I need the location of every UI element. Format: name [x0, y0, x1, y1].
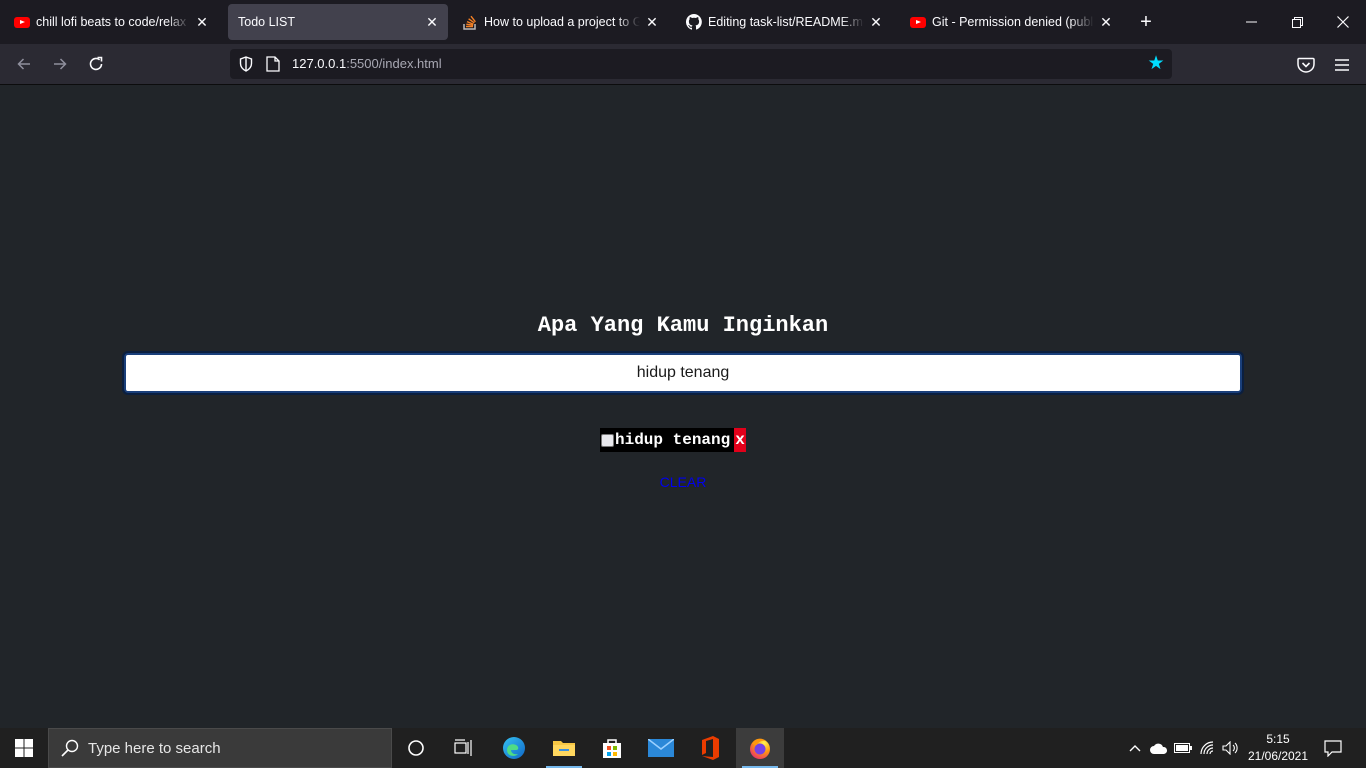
reload-icon — [89, 56, 103, 71]
store-icon — [603, 739, 621, 758]
clock-time: 5:15 — [1266, 732, 1290, 746]
search-placeholder: Type here to search — [88, 739, 221, 757]
firefox-icon — [750, 738, 770, 759]
windows-logo-icon — [15, 739, 33, 757]
url-text[interactable]: 127.0.0.1:5500/index.html — [292, 56, 442, 71]
task-view-button[interactable] — [440, 728, 488, 768]
close-tab-icon[interactable]: ✕ — [424, 14, 440, 30]
taskbar-file-explorer[interactable] — [540, 728, 588, 768]
taskbar-search[interactable]: Type here to search — [48, 728, 392, 768]
tab-title: Git - Permission denied (publickey) — [932, 15, 1094, 29]
notifications-button[interactable] — [1320, 728, 1346, 768]
office-icon — [702, 736, 719, 760]
close-tab-icon[interactable]: ✕ — [1098, 14, 1114, 30]
navigation-bar: 127.0.0.1:5500/index.html ★ — [0, 44, 1366, 85]
task-input[interactable] — [122, 351, 1244, 395]
taskbar-firefox[interactable] — [736, 728, 784, 768]
taskbar: Type here to search 5:15 21/06/2021 — [0, 728, 1366, 768]
close-tab-icon[interactable]: ✕ — [868, 14, 884, 30]
tab-title: Todo LIST — [238, 15, 295, 29]
tab-todo-list[interactable]: Todo LIST ✕ — [228, 4, 448, 40]
start-button[interactable] — [0, 728, 48, 768]
back-button[interactable] — [10, 50, 38, 78]
notification-icon — [1324, 739, 1342, 757]
show-hidden-icons-button[interactable] — [1124, 728, 1146, 768]
tab-lofi[interactable]: chill lofi beats to code/relax to ✕ — [4, 4, 218, 40]
battery-icon[interactable] — [1172, 728, 1194, 768]
github-icon — [686, 14, 702, 30]
bookmark-star-icon[interactable]: ★ — [1146, 54, 1166, 74]
url-path: :5500/index.html — [346, 56, 442, 71]
shield-icon[interactable] — [238, 56, 254, 72]
taskbar-edge[interactable] — [490, 728, 538, 768]
mail-icon — [648, 739, 674, 757]
taskbar-store[interactable] — [588, 728, 636, 768]
restore-button[interactable] — [1274, 0, 1320, 44]
tab-git-permission[interactable]: Git - Permission denied (publickey) ✕ — [900, 4, 1122, 40]
wifi-icon[interactable] — [1197, 728, 1219, 768]
edge-icon — [503, 737, 525, 759]
tab-strip: chill lofi beats to code/relax to ✕ Todo… — [0, 0, 1366, 44]
close-window-button[interactable] — [1320, 0, 1366, 44]
taskbar-mail[interactable] — [637, 728, 685, 768]
tab-title: Editing task-list/README.md at — [708, 15, 864, 29]
chevron-up-icon — [1129, 745, 1141, 752]
task-text: hidup tenang — [615, 431, 731, 449]
clock-date: 21/06/2021 — [1247, 749, 1309, 763]
onedrive-icon[interactable] — [1148, 728, 1170, 768]
volume-icon[interactable] — [1220, 728, 1242, 768]
url-bar[interactable]: 127.0.0.1:5500/index.html ★ — [230, 49, 1172, 79]
clear-button[interactable]: CLEAR — [0, 474, 1366, 490]
pocket-icon[interactable] — [1295, 54, 1317, 76]
page-content: Apa Yang Kamu Inginkan hidup tenang x CL… — [0, 85, 1366, 728]
youtube-icon — [14, 14, 30, 30]
page-icon[interactable] — [266, 56, 280, 72]
task-item: hidup tenang x — [600, 428, 746, 452]
cortana-button[interactable] — [392, 728, 440, 768]
reload-button[interactable] — [82, 50, 110, 78]
tab-stackoverflow[interactable]: How to upload a project to Github ✕ — [452, 4, 668, 40]
task-checkbox[interactable] — [601, 433, 614, 447]
task-view-icon — [454, 739, 472, 756]
close-tab-icon[interactable]: ✕ — [194, 14, 210, 30]
delete-task-button[interactable]: x — [734, 428, 746, 452]
taskbar-office[interactable] — [686, 728, 734, 768]
menu-icon[interactable] — [1331, 54, 1353, 76]
forward-arrow-icon — [54, 58, 67, 70]
tab-github[interactable]: Editing task-list/README.md at ✕ — [676, 4, 892, 40]
url-host: 127.0.0.1 — [292, 56, 347, 71]
back-arrow-icon — [17, 58, 30, 70]
stackoverflow-icon — [462, 14, 478, 30]
forward-button[interactable] — [46, 50, 74, 78]
cortana-icon — [408, 740, 424, 756]
new-tab-button[interactable]: + — [1134, 10, 1158, 34]
search-icon — [61, 739, 79, 757]
system-clock[interactable]: 5:15 21/06/2021 — [1244, 731, 1312, 765]
tab-title: chill lofi beats to code/relax to — [36, 15, 190, 29]
minimize-button[interactable] — [1228, 0, 1274, 44]
close-tab-icon[interactable]: ✕ — [644, 14, 660, 30]
folder-icon — [553, 741, 575, 756]
youtube-icon — [910, 14, 926, 30]
page-title: Apa Yang Kamu Inginkan — [537, 313, 829, 338]
tab-title: How to upload a project to Github — [484, 15, 640, 29]
